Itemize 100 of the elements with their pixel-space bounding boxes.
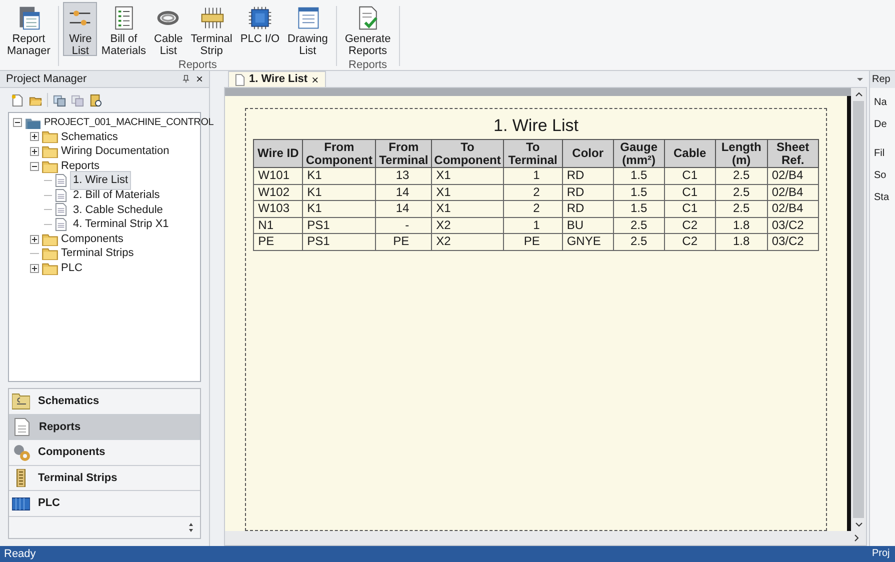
- document-icon: [55, 174, 67, 188]
- ribbon-button[interactable]: Drawing List: [284, 2, 332, 56]
- chip-icon: [246, 5, 273, 31]
- table-cell: X2: [432, 234, 504, 250]
- property-label: Na: [873, 96, 888, 110]
- ribbon-button[interactable]: Cable List: [150, 2, 187, 56]
- table-cell: 2: [503, 200, 562, 217]
- table-cell: -: [376, 217, 432, 234]
- gears-icon: [12, 443, 30, 462]
- document-icon: [55, 218, 67, 231]
- property-label: Sta: [873, 191, 890, 205]
- table-cell: X1: [432, 168, 504, 184]
- ribbon-group-label: Reports: [348, 58, 388, 73]
- table-cell: 2.5: [613, 234, 664, 250]
- table-cell: 02/B4: [767, 184, 818, 200]
- ribbon-button[interactable]: PLC I/O: [236, 2, 284, 56]
- document-icon: [55, 203, 67, 216]
- document-icon: [13, 418, 31, 436]
- table-cell: PS1: [302, 217, 376, 234]
- property-label: So: [873, 169, 888, 183]
- tab-label: 1. Wire List: [249, 72, 308, 88]
- column-header: Sheet Ref.: [767, 140, 818, 168]
- ribbon-button[interactable]: Report Manager: [3, 2, 54, 56]
- table-cell: C1: [664, 200, 716, 217]
- table-cell: X1: [432, 184, 504, 200]
- scroll-right-icon: [854, 534, 860, 542]
- table-cell: 03/C2: [767, 234, 818, 250]
- document-icon: [235, 74, 245, 86]
- scroll-up-icon: [854, 91, 862, 97]
- panel-title: Project Manager: [6, 72, 87, 87]
- table-cell: 2.5: [613, 217, 664, 234]
- table-cell: C1: [664, 184, 716, 200]
- nav-button[interactable]: Reports: [9, 414, 200, 440]
- document-tab[interactable]: 1. Wire List ×: [228, 71, 326, 87]
- property-label: Fil: [873, 147, 886, 161]
- terminal-strip-icon: [198, 5, 225, 31]
- copy-icon: [53, 94, 66, 106]
- copy-icon: [71, 94, 84, 106]
- table-cell: 1.8: [715, 217, 768, 234]
- dropdown-arrow-icon: [857, 78, 863, 81]
- table-cell: C2: [664, 217, 716, 234]
- tree-item[interactable]: 1. Wire List: [70, 171, 132, 190]
- ribbon-button[interactable]: Bill of Materials: [97, 2, 150, 56]
- folder-icon: [42, 130, 58, 144]
- ribbon-button[interactable]: Generate Reports: [340, 2, 395, 56]
- table-cell: W101: [254, 168, 303, 184]
- pin-icon: [182, 74, 190, 84]
- close-button[interactable]: ×: [312, 74, 319, 86]
- column-header: From Terminal: [376, 140, 432, 168]
- folder-icon: [42, 160, 58, 173]
- table-cell: X2: [432, 217, 504, 234]
- scrollbar-thumb[interactable]: [853, 101, 864, 518]
- table-cell: 1.5: [613, 184, 664, 200]
- nav-button[interactable]: Components: [9, 440, 200, 466]
- tree-item[interactable]: PLC: [61, 260, 82, 276]
- table-cell: 14: [376, 184, 432, 200]
- tree-item[interactable]: Schematics: [61, 128, 118, 146]
- folder-icon: [12, 392, 30, 410]
- nav-button[interactable]: Terminal Strips: [9, 466, 200, 492]
- table-cell: 1: [503, 217, 562, 234]
- table-cell: PE: [254, 234, 303, 250]
- column-header: To Terminal: [503, 140, 562, 168]
- table-cell: 1.5: [613, 200, 664, 217]
- table-cell: K1: [302, 168, 376, 184]
- scroll-arrows-icon: [188, 522, 194, 533]
- table-cell: 2.5: [715, 168, 768, 184]
- table-cell: W103: [254, 200, 303, 217]
- table-cell: 2: [503, 184, 562, 200]
- table-cell: K1: [302, 200, 376, 217]
- table-cell: N1: [254, 217, 303, 234]
- ribbon-button[interactable]: Terminal Strip: [186, 2, 236, 56]
- table-cell: 02/B4: [767, 200, 818, 217]
- column-header: Wire ID: [254, 140, 303, 168]
- vertical-scrollbar[interactable]: [851, 88, 866, 531]
- column-header: Cable: [664, 140, 716, 168]
- document-icon: [55, 188, 67, 202]
- tree-item[interactable]: Terminal Strips: [61, 245, 134, 262]
- scroll-down-icon: [854, 522, 862, 528]
- column-header: From Component: [302, 140, 376, 168]
- table-cell: BU: [562, 217, 614, 234]
- tree-item[interactable]: PROJECT_001_MACHINE_CONTROL: [44, 114, 214, 130]
- panel-title: Rep: [870, 71, 895, 88]
- table-cell: RD: [562, 200, 614, 217]
- folder-icon: [42, 144, 58, 158]
- close-button[interactable]: ×: [196, 73, 203, 85]
- table-cell: GNYE: [562, 234, 614, 250]
- ribbon-button[interactable]: Wire List: [63, 2, 98, 56]
- property-label: De: [873, 118, 888, 132]
- status-text: Ready: [4, 547, 36, 562]
- nav-button[interactable]: PLC: [9, 491, 200, 517]
- report-title: 1. Wire List: [493, 115, 579, 137]
- table-cell: C1: [664, 168, 716, 184]
- table-cell: 1.8: [715, 234, 768, 250]
- folder-icon: [42, 247, 58, 260]
- table-cell: C2: [664, 234, 716, 250]
- ribbon-group-label: Reports: [177, 58, 218, 73]
- table-cell: 14: [376, 200, 432, 217]
- table-cell: 2.5: [715, 184, 768, 200]
- tree-item[interactable]: Wiring Documentation: [61, 143, 170, 160]
- horizontal-scrollbar[interactable]: [225, 531, 866, 545]
